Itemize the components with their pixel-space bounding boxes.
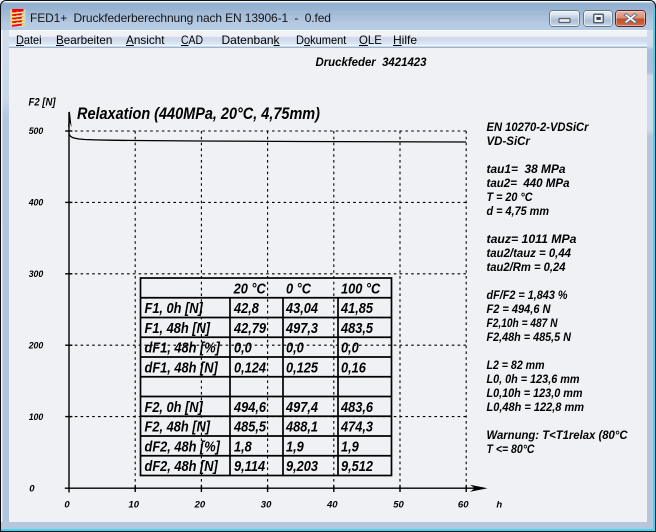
svg-text:485,5: 485,5: [233, 420, 267, 436]
svg-text:L0,48h = 122,8 mm: L0,48h = 122,8 mm: [487, 401, 585, 414]
svg-text:F1, 0h [N]: F1, 0h [N]: [145, 301, 204, 317]
svg-text:9,512: 9,512: [341, 459, 373, 475]
svg-text:20 °C: 20 °C: [233, 281, 266, 297]
svg-text:tau2/tauz = 0,44: tau2/tauz = 0,44: [487, 247, 572, 260]
svg-text:1,9: 1,9: [286, 439, 305, 455]
svg-text:Warnung: T<T1relax (80°C: Warnung: T<T1relax (80°C: [487, 429, 629, 442]
svg-text:dF2, 48h [%]: dF2, 48h [%]: [145, 439, 221, 455]
svg-text:F2,10h = 487 N: F2,10h = 487 N: [487, 317, 559, 330]
svg-text:tau2= 440 MPa: tau2= 440 MPa: [487, 177, 571, 190]
svg-text:Relaxation (440MPa, 20°C, 4,75: Relaxation (440MPa, 20°C, 4,75mm): [77, 105, 320, 123]
svg-text:0,0: 0,0: [286, 341, 304, 357]
svg-text:EN 10270-2-VDSiCr: EN 10270-2-VDSiCr: [487, 121, 590, 134]
svg-text:60: 60: [458, 500, 469, 511]
svg-text:42,79: 42,79: [233, 321, 267, 337]
svg-text:10: 10: [128, 500, 139, 511]
svg-text:41,85: 41,85: [340, 301, 374, 317]
svg-text:40: 40: [326, 500, 338, 511]
svg-text:F2 [N]: F2 [N]: [29, 97, 56, 109]
svg-text:dF1, 48h [N]: dF1, 48h [N]: [145, 360, 219, 376]
svg-text:474,3: 474,3: [340, 420, 373, 436]
svg-text:20: 20: [194, 500, 206, 511]
svg-text:500: 500: [29, 126, 44, 137]
svg-text:L0, 0h = 123,6 mm: L0, 0h = 123,6 mm: [487, 373, 580, 386]
svg-text:497,4: 497,4: [285, 400, 318, 416]
svg-text:9,114: 9,114: [234, 459, 265, 475]
svg-text:VD-SiCr: VD-SiCr: [487, 135, 532, 148]
svg-text:L2 = 82 mm: L2 = 82 mm: [487, 359, 545, 372]
svg-text:1,9: 1,9: [341, 439, 360, 455]
svg-text:300: 300: [29, 269, 44, 280]
svg-text:tauz= 1011 MPa: tauz= 1011 MPa: [487, 233, 578, 246]
svg-text:F2, 48h [N]: F2, 48h [N]: [145, 420, 211, 436]
svg-text:tau1= 38 MPa: tau1= 38 MPa: [487, 163, 567, 176]
svg-text:483,5: 483,5: [340, 321, 374, 337]
svg-text:50: 50: [393, 500, 404, 511]
svg-text:0,0: 0,0: [341, 341, 359, 357]
svg-text:F1, 48h [N]: F1, 48h [N]: [145, 321, 211, 337]
svg-text:F2 = 494,6 N: F2 = 494,6 N: [487, 303, 552, 316]
svg-text:d = 4,75 mm: d = 4,75 mm: [487, 205, 550, 218]
svg-text:h: h: [496, 500, 502, 511]
svg-text:30: 30: [261, 500, 272, 511]
svg-text:Druckfeder 3421423: Druckfeder 3421423: [316, 55, 427, 69]
svg-text:400: 400: [28, 198, 44, 209]
svg-text:0: 0: [29, 483, 35, 494]
svg-text:0: 0: [64, 500, 70, 511]
svg-text:T <= 80°C: T <= 80°C: [487, 443, 536, 456]
svg-text:dF2, 48h [N]: dF2, 48h [N]: [145, 459, 219, 475]
svg-text:494,6: 494,6: [233, 400, 267, 416]
svg-text:L0,10h = 123,0 mm: L0,10h = 123,0 mm: [487, 387, 583, 400]
svg-text:dF1, 48h [%]: dF1, 48h [%]: [145, 341, 221, 357]
svg-text:100: 100: [29, 412, 44, 423]
svg-text:0,16: 0,16: [341, 360, 367, 376]
svg-text:483,6: 483,6: [340, 400, 374, 416]
svg-text:F2,48h = 485,5 N: F2,48h = 485,5 N: [487, 331, 572, 344]
svg-text:497,3: 497,3: [285, 321, 318, 337]
svg-text:0,125: 0,125: [286, 360, 319, 376]
svg-text:200: 200: [28, 340, 44, 351]
svg-text:42,8: 42,8: [233, 301, 260, 317]
svg-text:0 °C: 0 °C: [286, 281, 311, 297]
svg-text:1,8: 1,8: [234, 439, 253, 455]
svg-text:0,0: 0,0: [234, 341, 252, 357]
svg-text:0,124: 0,124: [234, 360, 266, 376]
svg-text:488,1: 488,1: [285, 420, 318, 436]
svg-text:F2, 0h [N]: F2, 0h [N]: [145, 400, 204, 416]
svg-text:T = 20 °C: T = 20 °C: [487, 191, 534, 204]
svg-text:9,203: 9,203: [286, 459, 318, 475]
svg-text:43,04: 43,04: [285, 301, 318, 317]
svg-text:100 °C: 100 °C: [341, 281, 381, 297]
svg-text:tau2/Rm = 0,24: tau2/Rm = 0,24: [487, 261, 567, 274]
svg-text:dF/F2 = 1,843 %: dF/F2 = 1,843 %: [487, 289, 568, 302]
